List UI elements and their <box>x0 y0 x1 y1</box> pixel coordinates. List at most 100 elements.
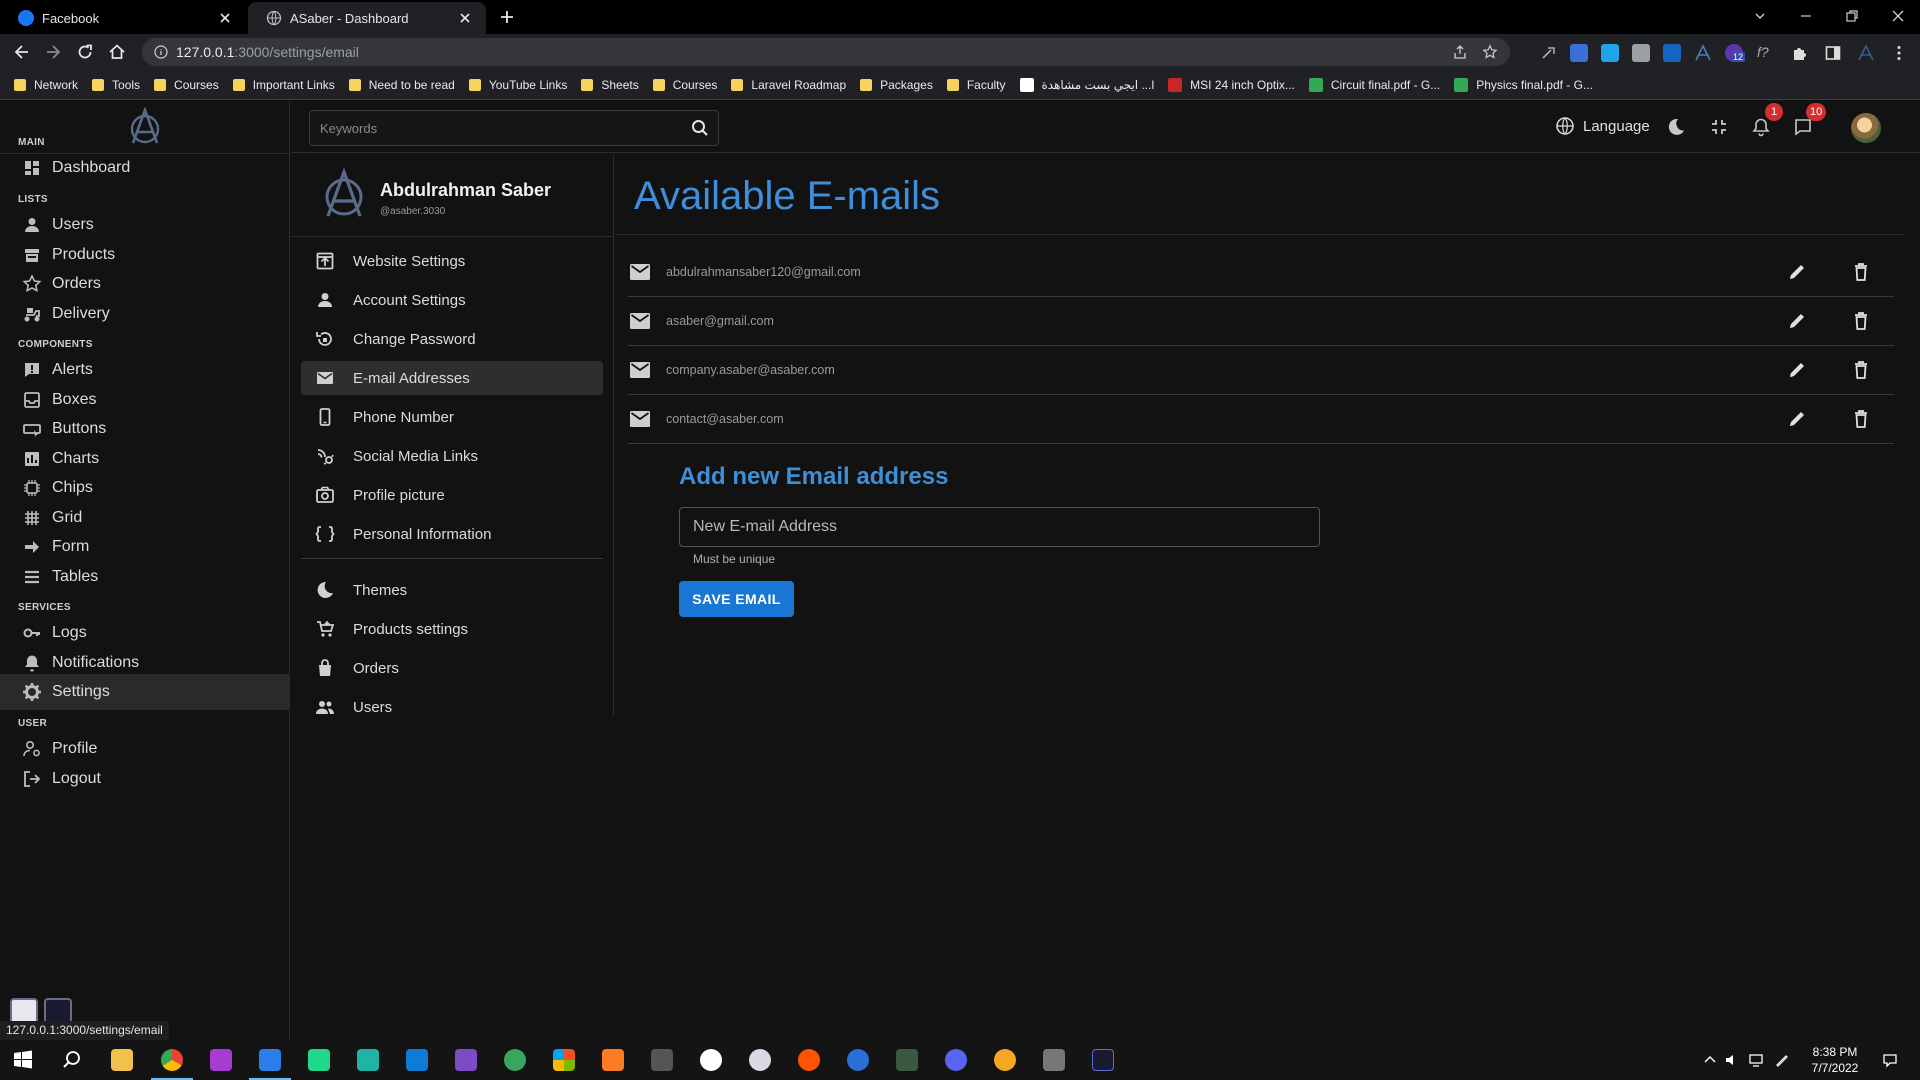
settings-item-account-settings[interactable]: Account Settings <box>301 283 603 317</box>
window-close-icon[interactable] <box>1888 6 1908 26</box>
sidebar-item-delivery[interactable]: Delivery <box>0 296 290 332</box>
app-icon[interactable] <box>749 1049 771 1071</box>
address-bar[interactable]: 127.0.0.1:3000/settings/email <box>142 38 1510 66</box>
close-icon[interactable] <box>458 11 472 25</box>
new-tab-icon[interactable] <box>498 8 516 26</box>
search-icon[interactable] <box>690 118 710 138</box>
settings-item-orders[interactable]: Orders <box>301 651 603 685</box>
settings-item-personal-information[interactable]: Personal Information <box>301 517 603 551</box>
settings-item-change-password[interactable]: Change Password <box>301 322 603 356</box>
vscode-icon[interactable] <box>406 1049 428 1071</box>
phpstorm-icon[interactable] <box>210 1049 232 1071</box>
function-extension-icon[interactable]: f? <box>1757 44 1775 62</box>
bookmark-item[interactable]: Network <box>14 78 78 92</box>
edit-icon[interactable] <box>1786 408 1808 430</box>
app-icon[interactable] <box>994 1049 1016 1071</box>
home-icon[interactable] <box>107 42 127 62</box>
bookmark-item[interactable]: Laravel Roadmap <box>731 78 846 92</box>
bookmark-star-icon[interactable] <box>1482 44 1498 60</box>
discord-icon[interactable] <box>945 1049 967 1071</box>
tray-chevron-icon[interactable] <box>1702 1052 1718 1068</box>
minimize-icon[interactable] <box>1796 6 1816 26</box>
action-center-icon[interactable] <box>1882 1052 1898 1068</box>
app-icon[interactable] <box>896 1049 918 1071</box>
puzzle-icon[interactable] <box>1790 44 1808 62</box>
office-icon[interactable] <box>553 1049 575 1071</box>
extension-icon[interactable] <box>1632 44 1650 62</box>
settings-item-social-media-links[interactable]: Social Media Links <box>301 439 603 473</box>
clion-icon[interactable] <box>357 1049 379 1071</box>
xampp-icon[interactable] <box>602 1049 624 1071</box>
bookmark-item[interactable]: Courses <box>652 78 717 92</box>
system-clock[interactable]: 8:38 PM 7/7/2022 <box>1800 1044 1870 1076</box>
delete-icon[interactable] <box>1850 408 1872 430</box>
settings-item-profile-picture[interactable]: Profile picture <box>301 478 603 512</box>
nox-icon[interactable] <box>1092 1049 1114 1071</box>
bookmark-item[interactable]: Faculty <box>946 78 1006 92</box>
bookmark-item[interactable]: Physics final.pdf - G... <box>1454 77 1593 92</box>
extension-icon[interactable] <box>1694 44 1712 62</box>
edit-icon[interactable] <box>1786 310 1808 332</box>
app-logo[interactable] <box>127 107 163 145</box>
dark-mode-icon[interactable] <box>1666 117 1686 137</box>
sidebar-item-logout[interactable]: Logout <box>0 761 290 797</box>
extension-icon[interactable] <box>1540 44 1558 62</box>
bookmark-item[interactable]: YouTube Links <box>468 78 567 92</box>
app-icon[interactable] <box>1043 1049 1065 1071</box>
restore-icon[interactable] <box>1842 6 1862 26</box>
language-selector[interactable]: Language <box>1555 116 1650 136</box>
app-icon[interactable] <box>847 1049 869 1071</box>
sidebar-item-dashboard[interactable]: Dashboard <box>0 150 290 186</box>
search-icon[interactable] <box>61 1049 83 1071</box>
fullscreen-exit-icon[interactable] <box>1709 117 1729 137</box>
settings-item-users[interactable]: Users <box>301 690 603 724</box>
extension-icon[interactable] <box>1601 44 1619 62</box>
bookmark-item[interactable]: Packages <box>860 78 933 92</box>
sidebar-item-settings[interactable]: Settings <box>0 674 290 710</box>
search-input[interactable] <box>320 111 680 145</box>
file-explorer-icon[interactable] <box>111 1049 133 1071</box>
pen-icon[interactable] <box>1774 1052 1790 1068</box>
profile-extension-icon[interactable] <box>1857 44 1875 62</box>
bookmark-item[interactable]: Courses <box>154 78 219 92</box>
sidebar-item-tables[interactable]: Tables <box>0 559 290 595</box>
tab-search-icon[interactable] <box>1750 6 1770 26</box>
delete-icon[interactable] <box>1850 310 1872 332</box>
settings-item-phone-number[interactable]: Phone Number <box>301 400 603 434</box>
pycharm-icon[interactable] <box>308 1049 330 1071</box>
network-icon[interactable] <box>1748 1052 1764 1068</box>
settings-item-themes[interactable]: Themes <box>301 573 603 607</box>
bookmark-item[interactable]: ايجي بست مشاهدة ...l <box>1019 77 1154 92</box>
settings-item-products-settings[interactable]: Products settings <box>301 612 603 646</box>
bookmark-item[interactable]: Need to be read <box>348 78 455 92</box>
share-icon[interactable] <box>1452 44 1468 60</box>
bookmark-item[interactable]: Sheets <box>581 78 639 92</box>
volume-icon[interactable] <box>1724 1052 1740 1068</box>
bookmark-item[interactable]: Important Links <box>232 78 335 92</box>
bookmark-item[interactable]: Circuit final.pdf - G... <box>1308 77 1440 92</box>
delete-icon[interactable] <box>1850 261 1872 283</box>
forward-icon[interactable] <box>43 42 63 62</box>
translate-extension-icon[interactable] <box>1570 44 1588 62</box>
delete-icon[interactable] <box>1850 359 1872 381</box>
back-icon[interactable] <box>12 42 32 62</box>
notifications-icon[interactable] <box>1751 117 1771 137</box>
windows-start-icon[interactable] <box>12 1049 34 1071</box>
edit-icon[interactable] <box>1786 359 1808 381</box>
webstorm-icon[interactable] <box>249 1049 291 1080</box>
settings-item-website-settings[interactable]: Website Settings <box>301 244 603 278</box>
app-icon[interactable] <box>504 1049 526 1071</box>
soundcloud-icon[interactable] <box>798 1049 820 1071</box>
save-email-button[interactable]: SAVE EMAIL <box>679 581 794 617</box>
browser-tab-dashboard[interactable]: ASaber - Dashboard <box>248 2 486 34</box>
bookmark-item[interactable]: MSI 24 inch Optix... <box>1168 77 1295 92</box>
edit-icon[interactable] <box>1786 261 1808 283</box>
app-icon[interactable] <box>700 1049 722 1071</box>
side-panel-icon[interactable] <box>1824 44 1842 62</box>
reload-icon[interactable] <box>75 42 95 62</box>
avatar[interactable] <box>1851 113 1881 143</box>
app-icon[interactable] <box>651 1049 673 1071</box>
info-icon[interactable] <box>154 45 168 59</box>
new-email-input[interactable] <box>679 507 1320 547</box>
browser-tab-facebook[interactable]: Facebook <box>0 2 246 34</box>
